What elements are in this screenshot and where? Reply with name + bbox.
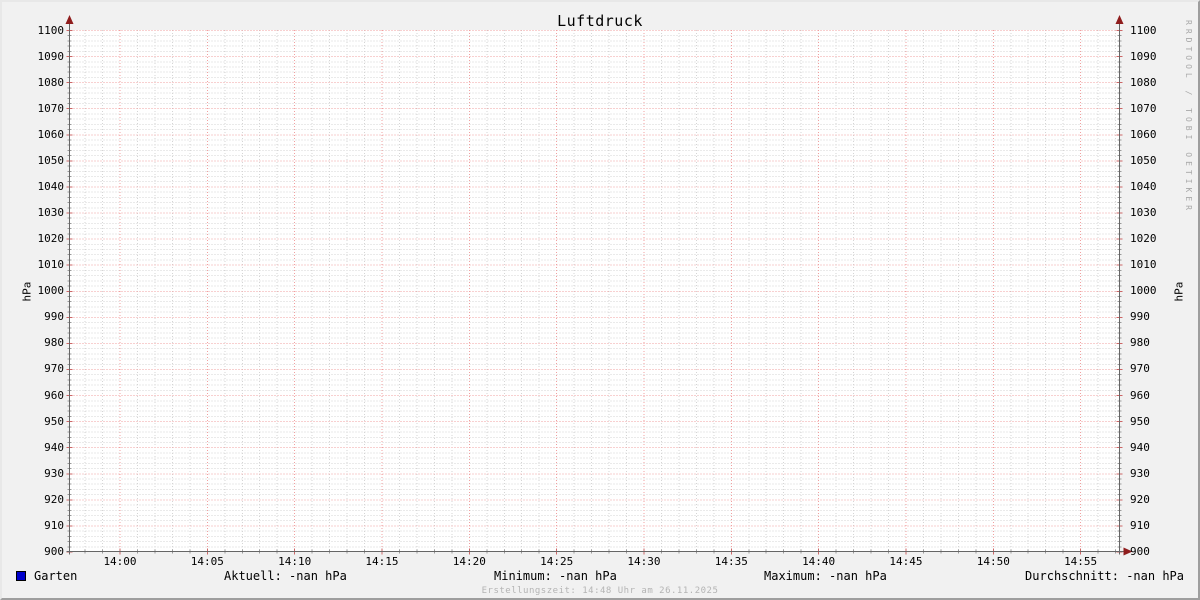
stat-durchschnitt: Durchschnitt: -nan hPa (1025, 569, 1184, 583)
y-tick-label-right: 970 (1130, 362, 1150, 376)
y-tick-label-left: 1010 (37, 258, 65, 272)
y-tick-label-right: 940 (1130, 440, 1150, 454)
y-tick-label-left: 980 (44, 336, 64, 350)
y-tick-label-left: 1100 (37, 23, 65, 37)
y-tick-label-right: 1050 (1130, 153, 1157, 167)
y-tick-label-left: 1020 (37, 232, 65, 246)
y-tick-label-left: 900 (44, 545, 64, 558)
x-tick-label: 14:00 (103, 555, 137, 568)
y-tick-label-left: 920 (44, 492, 64, 506)
legend-series-label: Garten (34, 569, 78, 583)
y-tick-label-right: 1010 (1130, 258, 1157, 272)
x-tick-label: 14:40 (802, 555, 836, 568)
stat-aktuell: Aktuell: -nan hPa (224, 569, 347, 583)
y-tick-label-right: 1030 (1130, 206, 1157, 220)
y-tick-label-right: 1000 (1130, 284, 1157, 298)
chart-canvas (65, 15, 1133, 556)
y-axis-unit-right: hPa (1172, 281, 1186, 302)
rrdtool-graph: Luftdruck hPa hPa RRDTOOL / TOBI OETIKER… (0, 0, 1200, 600)
y-tick-label-left: 1080 (37, 75, 65, 89)
y-tick-label-right: 1100 (1130, 23, 1157, 37)
stat-maximum: Maximum: -nan hPa (764, 569, 887, 583)
legend-color-swatch (16, 571, 26, 581)
x-tick-label: 14:50 (976, 555, 1010, 568)
y-tick-label-left: 1050 (37, 153, 65, 167)
y-tick-label-right: 910 (1130, 518, 1150, 532)
y-tick-label-right: 1040 (1130, 179, 1157, 193)
y-tick-label-left: 950 (44, 414, 64, 428)
y-tick-label-right: 920 (1130, 492, 1150, 506)
x-tick-label: 14:05 (190, 555, 224, 568)
y-tick-label-right: 990 (1130, 310, 1150, 324)
y-tick-label-right: 1080 (1130, 75, 1157, 89)
y-tick-label-right: 930 (1130, 466, 1150, 480)
y-tick-label-right: 1090 (1130, 49, 1157, 63)
y-tick-label-right: 1020 (1130, 232, 1157, 246)
y-tick-label-right: 900 (1130, 545, 1150, 558)
y-tick-label-left: 910 (44, 518, 64, 532)
y-tick-label-left: 1040 (37, 179, 65, 193)
y-tick-label-right: 960 (1130, 388, 1150, 402)
x-tick-label: 14:55 (1064, 555, 1098, 568)
creation-timestamp: Erstellungszeit: 14:48 Uhr am 26.11.2025 (481, 586, 719, 596)
y-tick-label-left: 940 (44, 440, 64, 454)
y-tick-label-left: 930 (44, 466, 64, 480)
y-tick-label-right: 1070 (1130, 101, 1157, 115)
y-tick-label-right: 950 (1130, 414, 1150, 428)
y-tick-label-left: 990 (44, 310, 64, 324)
x-tick-label: 14:30 (627, 555, 661, 568)
x-tick-label: 14:10 (278, 555, 312, 568)
y-tick-label-left: 1070 (37, 101, 65, 115)
y-tick-label-left: 1030 (37, 206, 65, 220)
y-tick-label-left: 1000 (37, 284, 65, 298)
x-tick-label: 14:25 (540, 555, 574, 568)
y-tick-label-right: 1060 (1130, 127, 1157, 141)
rrdtool-watermark: RRDTOOL / TOBI OETIKER (1184, 20, 1193, 214)
y-tick-label-left: 970 (44, 362, 64, 376)
x-tick-label: 14:15 (365, 555, 399, 568)
y-tick-label-right: 980 (1130, 336, 1150, 350)
stat-minimum: Minimum: -nan hPa (494, 569, 617, 583)
y-tick-label-left: 1090 (37, 49, 65, 63)
x-tick-label: 14:35 (714, 555, 748, 568)
x-tick-label: 14:45 (889, 555, 923, 568)
x-tick-label: 14:20 (452, 555, 486, 568)
legend-row: Garten Aktuell: -nan hPa Minimum: -nan h… (2, 569, 1198, 585)
y-tick-label-left: 960 (44, 388, 64, 402)
y-tick-label-left: 1060 (37, 127, 65, 141)
